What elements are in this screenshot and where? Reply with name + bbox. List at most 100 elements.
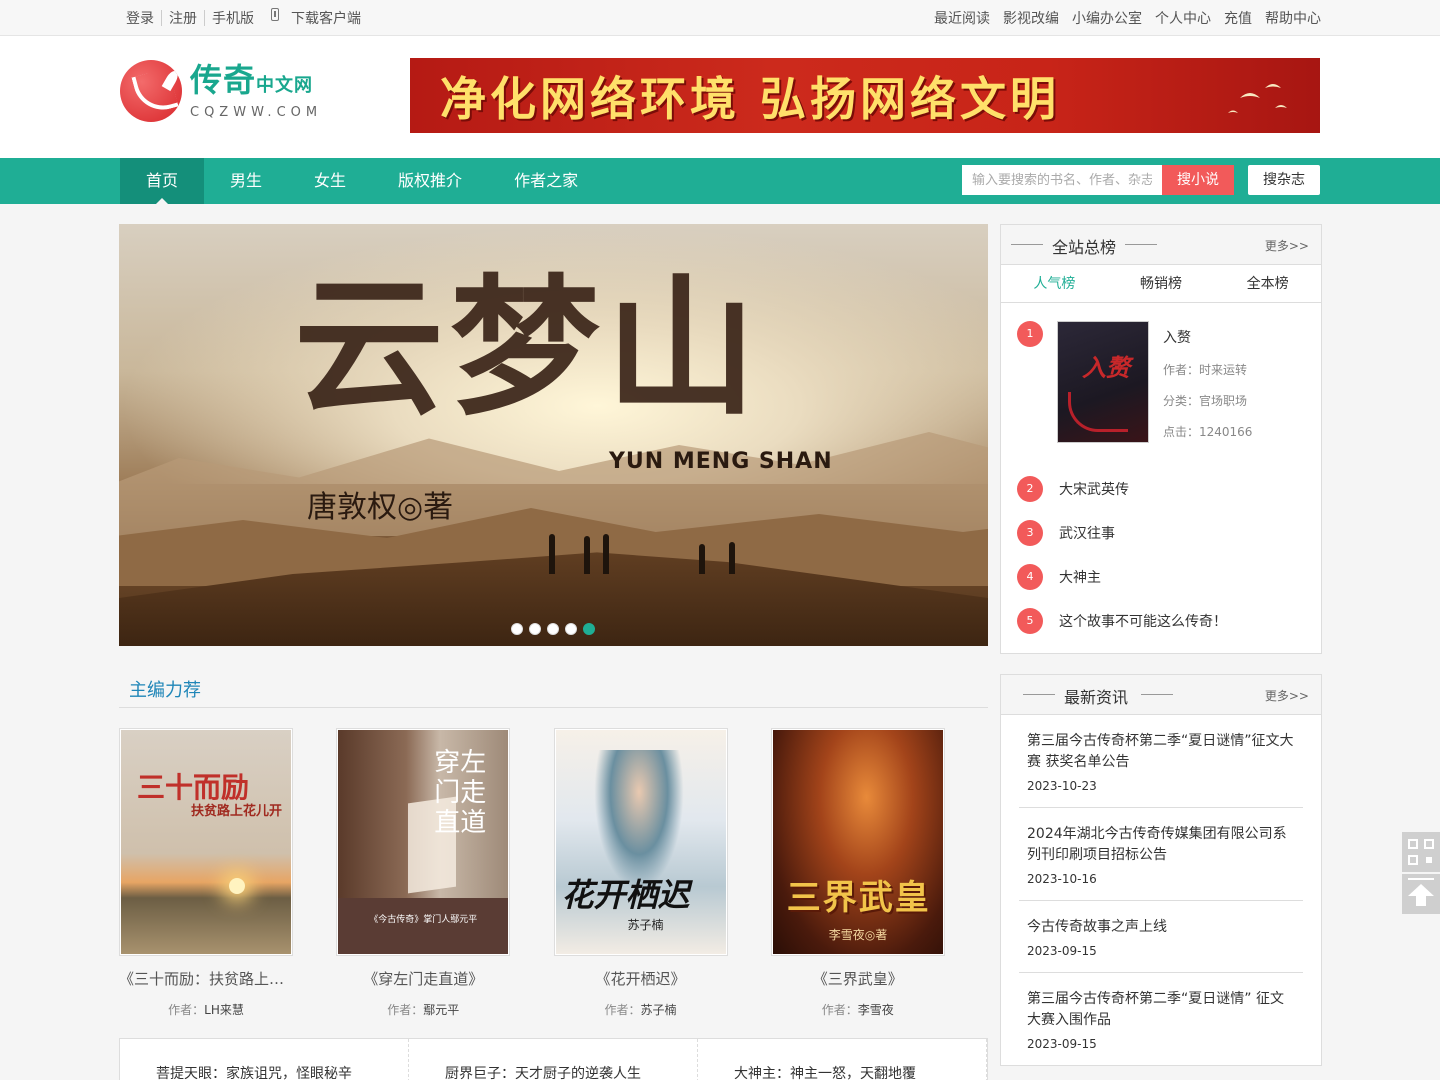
book-cover[interactable]: 花开栖迟 苏子楠 — [553, 728, 728, 956]
editor-picks-list: 三十而励 扶贫路上花儿开 《三十而励：扶贫路上花儿开》 作者：LH来慧 穿左门走… — [119, 728, 988, 1018]
book-card[interactable]: 花开栖迟 苏子楠 《花开栖迟》 作者：苏子楠 — [553, 728, 771, 1018]
rank-item[interactable]: 5 这个故事不可能这么传奇！ — [1017, 599, 1321, 643]
book-title[interactable]: 《花开栖迟》 — [554, 968, 728, 989]
news-more-link[interactable]: 更多>> — [1265, 687, 1309, 704]
book-card[interactable]: 穿左门走直道 《今古传奇》掌门人鄢元平 《穿左门走直道》 作者：鄢元平 — [336, 728, 553, 1018]
top-bar: 登录 注册 手机版 下载客户端 最近阅读 影视改编 小编办公室 个人中心 充值 … — [0, 0, 1440, 36]
film-adaptation-link[interactable]: 影视改编 — [1003, 8, 1059, 28]
slider-dot[interactable] — [529, 623, 541, 635]
cover-subtitle: 苏子楠 — [627, 918, 664, 932]
section-title: 主编力荐 — [129, 680, 201, 701]
personal-center-link[interactable]: 个人中心 — [1155, 8, 1211, 28]
tab-bestselling[interactable]: 畅销榜 — [1108, 265, 1215, 302]
rank-number: 1 — [1017, 321, 1043, 347]
nav-female[interactable]: 女生 — [288, 158, 372, 204]
rank-item[interactable]: 4 大神主 — [1017, 555, 1321, 599]
news-headline[interactable]: 2024年湖北今古传奇传媒集团有限公司系列刊印刷项目招标公告 — [1027, 824, 1295, 866]
slider-dot[interactable] — [511, 623, 523, 635]
site-logo[interactable]: 传奇中文网 CQZWW.COM — [120, 60, 322, 122]
author-name[interactable]: 鄢元平 — [423, 1003, 459, 1017]
book-cover[interactable]: 穿左门走直道 《今古传奇》掌门人鄢元平 — [336, 728, 511, 956]
phone-icon — [271, 8, 279, 21]
rank-book-title[interactable]: 大宋武英传 — [1059, 479, 1129, 499]
nav-authors[interactable]: 作者之家 — [488, 158, 604, 204]
side-tools — [1402, 832, 1440, 916]
login-link[interactable]: 登录 — [119, 8, 161, 28]
mobile-link[interactable]: 手机版 — [205, 8, 261, 28]
flying-birds-icon — [1228, 84, 1287, 113]
rank-number: 2 — [1017, 476, 1043, 502]
news-date: 2023-10-16 — [1027, 872, 1097, 886]
qr-code-button[interactable] — [1402, 832, 1440, 872]
rank-number: 3 — [1017, 520, 1043, 546]
cover-title: 入赘 — [1082, 354, 1130, 382]
list-item[interactable]: 大神主：神主一怒，天翻地覆 — [698, 1039, 987, 1080]
news-item[interactable]: 今古传奇故事之声上线 2023-09-15 — [1019, 901, 1303, 973]
rank-book-title[interactable]: 武汉往事 — [1059, 523, 1115, 543]
news-item[interactable]: 2024年湖北今古传奇传媒集团有限公司系列刊印刷项目招标公告 2023-10-1… — [1019, 808, 1303, 901]
news-item[interactable]: 第三届今古传奇杯第二季“夏日谜情” 征文大赛入围作品 2023-09-15 — [1019, 973, 1303, 1065]
slider-dot[interactable] — [547, 623, 559, 635]
rank-book-title[interactable]: 大神主 — [1059, 567, 1101, 587]
book-cover[interactable]: 三十而励 扶贫路上花儿开 — [119, 728, 293, 956]
book-card[interactable]: 三十而励 扶贫路上花儿开 《三十而励：扶贫路上花儿开》 作者：LH来慧 — [119, 728, 336, 1018]
book-title[interactable]: 《三十而励：扶贫路上花儿开》 — [119, 968, 293, 989]
rank-item[interactable]: 3 武汉往事 — [1017, 511, 1321, 555]
list-item[interactable]: 厨界巨子：天才厨子的逆袭人生 — [409, 1039, 698, 1080]
book-card[interactable]: 三界武皇 李雪夜◎著 《三界武皇》 作者：李雪夜 — [770, 728, 988, 1018]
search-input[interactable] — [962, 165, 1162, 195]
book-list-box: 菩提天眼：家族诅咒，怪眼秘辛 厨界巨子：天才厨子的逆袭人生 大神主：神主一怒，天… — [119, 1038, 988, 1080]
rank-book-title[interactable]: 入赘 — [1163, 327, 1252, 347]
nav-male[interactable]: 男生 — [204, 158, 288, 204]
rank-number: 5 — [1017, 608, 1043, 634]
author-name[interactable]: LH来慧 — [204, 1003, 244, 1017]
search-magazine-button[interactable]: 搜杂志 — [1248, 165, 1320, 195]
tab-popular[interactable]: 人气榜 — [1001, 265, 1108, 302]
arrow-up-icon — [1408, 884, 1434, 906]
banner-ad[interactable]: 净化网络环境 弘扬网络文明 — [410, 58, 1320, 133]
list-item[interactable]: 菩提天眼：家族诅咒，怪眼秘辛 — [120, 1039, 409, 1080]
download-client-link[interactable]: 下载客户端 — [291, 8, 361, 28]
hero-slider[interactable]: 云梦山 YUN MENG SHAN 唐敦权◎著 — [119, 224, 988, 646]
news-headline[interactable]: 第三届今古传奇杯第二季“夏日谜情” 征文大赛入围作品 — [1027, 989, 1295, 1031]
ranking-panel: 全站总榜 更多>> 人气榜 畅销榜 全本榜 1 入赘 入赘 作者：时来运转 分类… — [1000, 224, 1322, 654]
rank-item[interactable]: 2 大宋武英传 — [1017, 467, 1321, 511]
tab-completed[interactable]: 全本榜 — [1214, 265, 1321, 302]
rank-book-title[interactable]: 这个故事不可能这么传奇！ — [1059, 611, 1227, 631]
recent-reading-link[interactable]: 最近阅读 — [934, 8, 990, 28]
ranking-more-link[interactable]: 更多>> — [1265, 237, 1309, 254]
author-name[interactable]: 李雪夜 — [858, 1003, 894, 1017]
news-item[interactable]: 第三届今古传奇杯第二季“夏日谜情”征文大赛 获奖名单公告 2023-10-23 — [1019, 715, 1303, 808]
book-title[interactable]: 《三界武皇》 — [771, 968, 945, 989]
news-headline[interactable]: 第三届今古传奇杯第二季“夏日谜情”征文大赛 获奖名单公告 — [1027, 731, 1295, 773]
rank-item-top[interactable]: 1 入赘 入赘 作者：时来运转 分类：官场职场 点击：1240166 — [1017, 321, 1321, 443]
editor-picks-header: 主编力荐 — [119, 666, 988, 708]
slide-author: 唐敦权◎著 — [307, 490, 454, 525]
book-title[interactable]: 《穿左门走直道》 — [336, 968, 510, 989]
rank-number: 4 — [1017, 564, 1043, 590]
slider-dot-active[interactable] — [583, 623, 595, 635]
slider-dot[interactable] — [565, 623, 577, 635]
cover-title: 穿左门走直道 — [434, 748, 487, 838]
recharge-link[interactable]: 充值 — [1224, 8, 1252, 28]
news-headline[interactable]: 今古传奇故事之声上线 — [1027, 917, 1295, 938]
help-center-link[interactable]: 帮助中心 — [1265, 8, 1321, 28]
nav-home[interactable]: 首页 — [120, 158, 205, 204]
back-to-top-button[interactable] — [1402, 874, 1440, 914]
rank-book-clicks: 点击：1240166 — [1163, 425, 1253, 439]
author-label: 作者： — [168, 1003, 205, 1017]
ranking-title: 全站总榜 — [1052, 238, 1117, 257]
search-novel-button[interactable]: 搜小说 — [1162, 165, 1234, 195]
editor-office-link[interactable]: 小编办公室 — [1072, 8, 1142, 28]
author-label: 作者： — [821, 1003, 858, 1017]
logo-url: CQZWW.COM — [190, 104, 323, 120]
book-cover[interactable]: 三界武皇 李雪夜◎著 — [770, 728, 945, 956]
author-name[interactable]: 苏子楠 — [641, 1003, 677, 1017]
main-nav: 首页 男生 女生 版权推介 作者之家 搜小说 搜杂志 — [0, 158, 1440, 204]
cover-subtitle: 扶贫路上花儿开 — [191, 804, 283, 819]
logo-icon — [120, 60, 182, 122]
book-cover[interactable]: 入赘 — [1057, 321, 1149, 443]
nav-copyright[interactable]: 版权推介 — [372, 158, 488, 204]
register-link[interactable]: 注册 — [162, 8, 204, 28]
cover-title: 三界武皇 — [786, 878, 931, 918]
